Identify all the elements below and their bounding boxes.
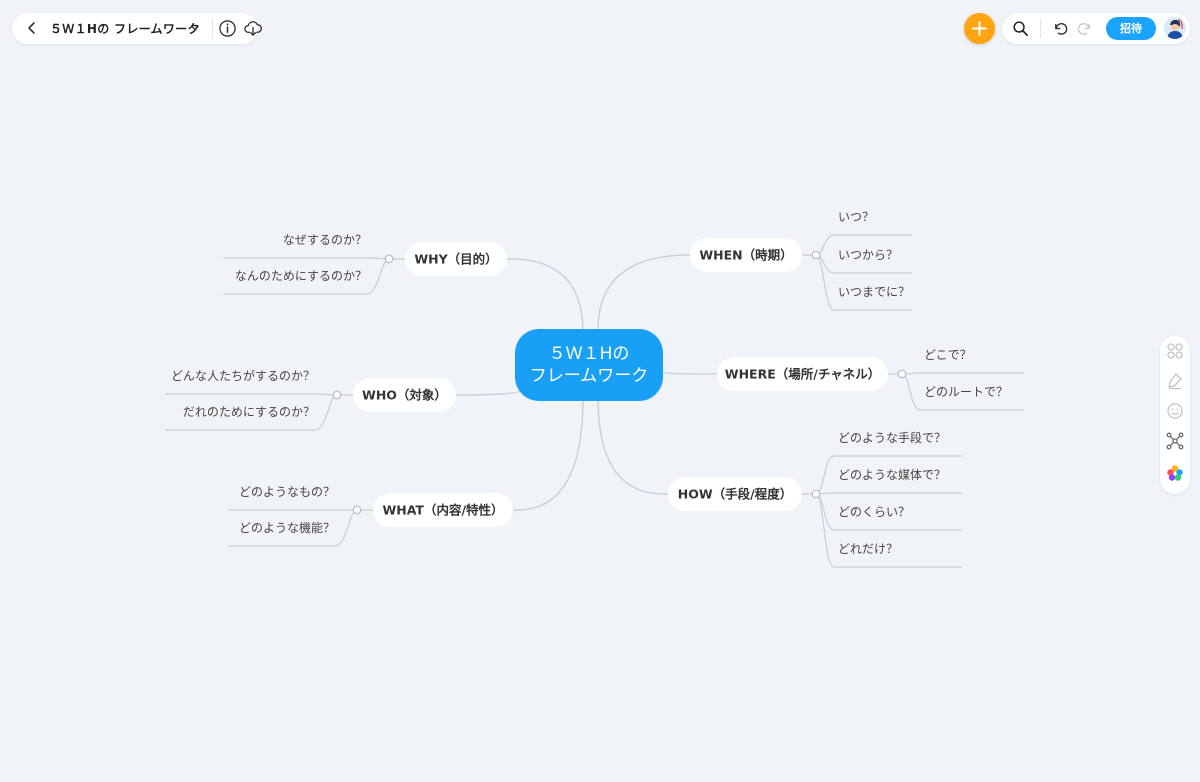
central-topic-line-2: フレームワーク — [530, 366, 649, 386]
branch-where[interactable]: WHERE（場所/チャネル） — [717, 357, 888, 391]
nodes: ５Ｗ１Hのフレームワーク WHY（目的） なぜするのか？ なんのためにするのか？ WHO… — [171, 210, 1008, 556]
subtopic-when-2[interactable]: いつまでに？ — [838, 285, 910, 299]
subtopic-when-1[interactable]: いつから？ — [838, 248, 898, 262]
collapse-handle-how[interactable] — [811, 489, 821, 499]
divider — [212, 19, 213, 38]
document-toolbar: ５Ｗ１Hの フレームワーク — [12, 13, 262, 44]
connector-who — [455, 389, 521, 396]
add-button[interactable] — [964, 13, 995, 44]
branch-why-label: WHY（目的） — [414, 252, 497, 267]
format-side-panel — [1160, 336, 1190, 494]
branch-when[interactable]: WHEN（時期） — [690, 238, 802, 272]
theme-icon[interactable] — [1166, 464, 1184, 482]
connector-why-child-0 — [223, 257, 390, 260]
collapse-handle-why[interactable] — [384, 254, 394, 264]
collapse-handle-who[interactable] — [332, 390, 342, 400]
subtopic-what-1[interactable]: どのような機能？ — [239, 520, 335, 535]
subtopic-when-0[interactable]: いつ？ — [838, 210, 874, 224]
plus-icon — [972, 21, 987, 36]
branch-where-label: WHERE（場所/チャネル） — [725, 367, 880, 382]
connector-when — [597, 254, 691, 331]
subtopic-how-2[interactable]: どのくらい？ — [838, 505, 910, 519]
connector-why — [506, 258, 584, 333]
central-topic-line-1: ５Ｗ１Hの — [549, 344, 630, 364]
collapse-handle-when[interactable] — [811, 250, 821, 260]
connector-who-child-0 — [165, 393, 338, 396]
document-title[interactable]: ５Ｗ１Hの フレームワーク — [50, 20, 200, 37]
brush-icon[interactable] — [1166, 372, 1184, 390]
redo-icon[interactable] — [1076, 20, 1093, 37]
subtopic-who-1[interactable]: だれのためにするのか？ — [183, 405, 315, 419]
subtopic-what-0[interactable]: どのようなもの？ — [239, 485, 335, 499]
subtopic-who-0[interactable]: どんな人たちがするのか？ — [171, 368, 315, 383]
back-icon[interactable] — [24, 20, 40, 36]
mindmap: ５Ｗ１Hのフレームワーク WHY（目的） なぜするのか？ なんのためにするのか？ WHO… — [165, 210, 1024, 568]
collapse-handle-where[interactable] — [897, 369, 907, 379]
subtopic-where-0[interactable]: どこで？ — [924, 348, 972, 362]
undo-icon[interactable] — [1052, 20, 1069, 37]
branch-how-label: HOW（手段/程度） — [678, 487, 792, 502]
connector-how-child-1 — [815, 492, 962, 495]
branch-what[interactable]: WHAT（内容/特性） — [373, 493, 513, 527]
subtopic-how-3[interactable]: どれだけ？ — [838, 542, 898, 556]
layout-icon[interactable] — [1166, 342, 1184, 360]
search-icon[interactable] — [1012, 20, 1029, 37]
user-avatar-icon — [1164, 17, 1186, 39]
chevron-down-icon[interactable] — [189, 22, 201, 34]
collapse-handle-what[interactable] — [352, 505, 362, 515]
branch-when-label: WHEN（時期） — [699, 248, 792, 263]
branch-how[interactable]: HOW（手段/程度） — [668, 477, 802, 511]
branch-what-label: WHAT（内容/特性） — [382, 503, 503, 518]
divider — [1040, 19, 1041, 38]
subtopic-why-0[interactable]: なぜするのか？ — [283, 233, 367, 247]
subtopic-how-0[interactable]: どのような手段で？ — [838, 430, 946, 445]
avatar[interactable] — [1164, 17, 1186, 39]
connector-what — [512, 397, 584, 511]
cloud-download-icon[interactable] — [243, 19, 263, 38]
emoji-icon[interactable] — [1166, 402, 1184, 420]
action-toolbar: 招待 — [1002, 13, 1190, 44]
branch-who-label: WHO（対象） — [362, 388, 447, 403]
structure-icon[interactable] — [1166, 432, 1184, 450]
subtopic-how-1[interactable]: どのような媒体で？ — [838, 468, 946, 482]
connector-how — [597, 397, 669, 495]
branch-who[interactable]: WHO（対象） — [353, 378, 456, 412]
mindmap-canvas[interactable]: ５Ｗ１Hの フレームワーク WHY（目的） なぜするのか？ なんのためにするのか？ WHO… — [0, 0, 1200, 782]
connector-where — [662, 371, 718, 375]
connector-when-child-2 — [815, 254, 912, 311]
subtopic-why-1[interactable]: なんのためにするのか？ — [235, 269, 367, 283]
connector-where-child-0 — [901, 372, 1024, 375]
info-icon[interactable] — [218, 19, 237, 38]
invite-button[interactable]: 招待 — [1106, 17, 1156, 40]
central-topic[interactable]: ５Ｗ１Hのフレームワーク — [515, 329, 663, 401]
subtopic-where-1[interactable]: どのルートで？ — [924, 385, 1008, 399]
branch-why[interactable]: WHY（目的） — [405, 242, 507, 276]
